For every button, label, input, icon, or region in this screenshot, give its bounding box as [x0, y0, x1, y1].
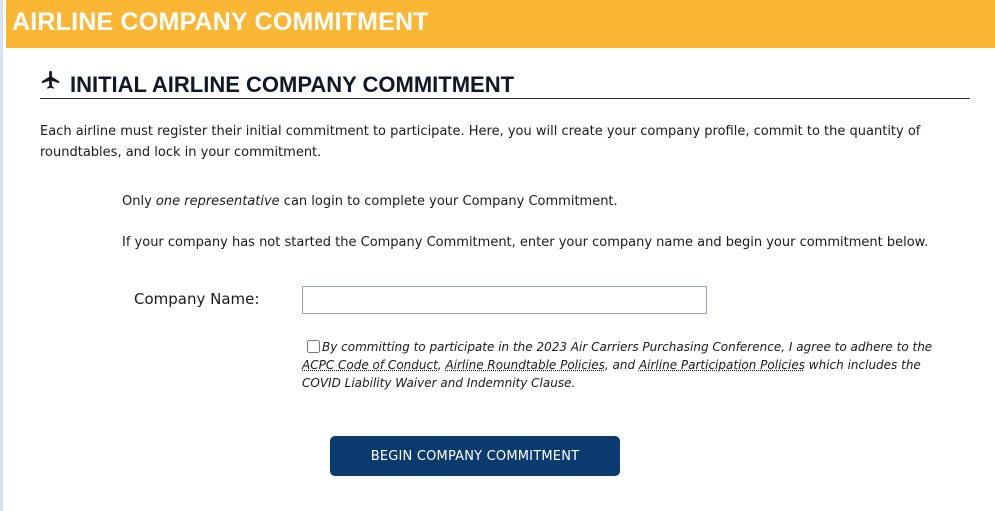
section-title: INITIAL AIRLINE COMPANY COMMITMENT: [70, 72, 515, 97]
section-heading: INITIAL AIRLINE COMPANY COMMITMENT: [40, 66, 970, 99]
agreement-text-before: By committing to participate in the 2023…: [322, 340, 933, 354]
roundtable-policies-link[interactable]: Airline Roundtable Policies: [445, 358, 604, 372]
company-name-label: Company Name:: [134, 290, 260, 308]
agreement-text: By committing to participate in the 2023…: [302, 338, 942, 392]
airplane-icon: [41, 70, 60, 89]
representative-note: Only one representative can login to com…: [122, 193, 618, 211]
rep-note-emphasis: one representative: [155, 194, 280, 209]
rep-note-prefix: Only: [122, 194, 156, 209]
header-bar: AIRLINE COMPANY COMMITMENT: [6, 0, 995, 48]
agreement-separator-2: , and: [604, 358, 639, 372]
participation-policies-link[interactable]: Airline Participation Policies: [639, 358, 805, 372]
intro-paragraph: Each airline must register their initial…: [40, 124, 921, 160]
company-name-input[interactable]: [302, 286, 707, 314]
rep-note-suffix: can login to complete your Company Commi…: [279, 194, 618, 209]
code-of-conduct-link[interactable]: ACPC Code of Conduct: [302, 358, 438, 372]
page-frame: AIRLINE COMPANY COMMITMENT INITIAL AIRLI…: [0, 0, 995, 511]
start-instructions: If your company has not started the Comp…: [122, 235, 929, 250]
begin-commitment-button[interactable]: BEGIN COMPANY COMMITMENT: [330, 436, 620, 476]
page-header-title: AIRLINE COMPANY COMMITMENT: [12, 8, 429, 36]
